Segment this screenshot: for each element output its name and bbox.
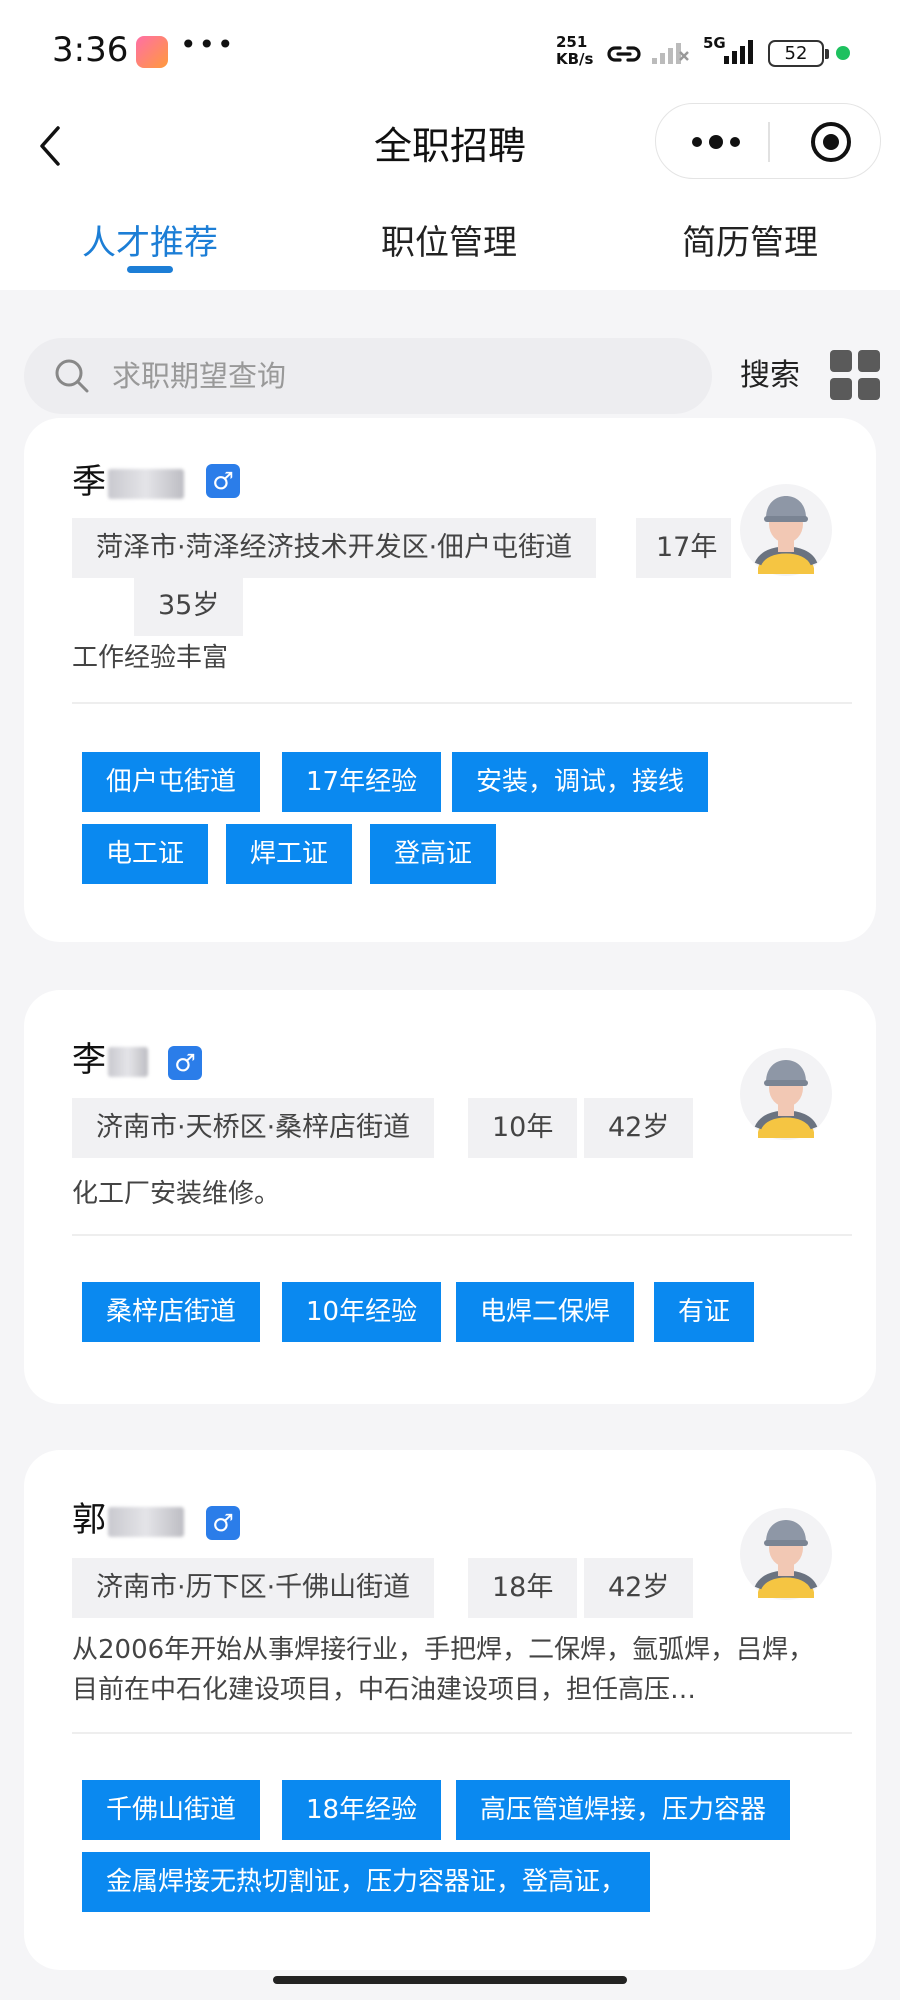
candidate-name-visible: 李	[72, 1040, 106, 1080]
wifi-signal-icon	[650, 40, 690, 70]
grid-view-button[interactable]	[830, 350, 880, 400]
age-tag: 42岁	[584, 1098, 694, 1158]
grid-icon-cell	[858, 378, 880, 400]
skill-tag: 佃户屯街道	[82, 752, 261, 812]
status-time: 3:36	[52, 30, 129, 70]
tab-talent-recommend[interactable]: 人才推荐	[82, 218, 218, 268]
name-redacted	[108, 1506, 184, 1537]
app-header: 全职招聘 人才推荐 职位管理 简历管理	[0, 100, 900, 290]
card-divider	[72, 702, 852, 704]
name-redacted	[108, 468, 184, 499]
skill-tag: 安装，调试，接线	[452, 752, 709, 812]
candidate-name-visible: 季	[72, 462, 106, 502]
skill-tag: 桑梓店街道	[82, 1282, 261, 1342]
candidate-name-visible: 郭	[72, 1500, 106, 1540]
network-speed-unit: KB/s	[556, 50, 594, 68]
experience-tag: 10年	[468, 1098, 578, 1158]
candidate-card[interactable]: 李 ♂ 济南市·天桥区·桑梓店街道 10年 42岁 化工厂安装维修。 桑梓店街道…	[24, 990, 876, 1404]
candidate-name: 季	[72, 460, 184, 504]
grid-icon-cell	[830, 378, 852, 400]
status-bar: 3:36 ••• 251 KB/s 5G 52	[0, 0, 900, 100]
skill-tag: 18年经验	[282, 1780, 442, 1840]
more-notifications-icon: •••	[180, 28, 236, 61]
male-gender-icon: ♂	[206, 464, 240, 498]
tab-resume-management[interactable]: 简历管理	[682, 218, 818, 268]
skill-tag: 高压管道焊接，压力容器	[456, 1780, 791, 1840]
candidate-card[interactable]: 季 ♂ 菏泽市·菏泽经济技术开发区·佃户屯街道 17年 35岁 工作经验丰富 佃…	[24, 418, 876, 942]
skill-tag: 电工证	[82, 824, 209, 884]
skill-tag: 17年经验	[282, 752, 442, 812]
hotspot-link-icon	[606, 40, 642, 75]
male-gender-icon: ♂	[168, 1046, 202, 1080]
candidate-name: 郭	[72, 1498, 184, 1542]
capsule-divider	[768, 122, 770, 162]
search-icon	[54, 358, 90, 398]
network-speed-value: 251	[556, 33, 588, 51]
card-divider	[72, 1234, 852, 1236]
candidate-name: 李	[72, 1038, 148, 1082]
grid-icon-cell	[858, 350, 880, 372]
candidate-description: 从2006年开始从事焊接行业，手把焊，二保焊，氩弧焊，吕焊，目前在中石化建设项目…	[72, 1635, 815, 1705]
candidate-description: 工作经验丰富	[72, 643, 229, 673]
experience-tag: 18年	[468, 1558, 578, 1618]
privacy-indicator-icon	[836, 46, 850, 60]
network-speed: 251 KB/s	[556, 34, 593, 68]
active-tab-indicator	[127, 266, 173, 273]
home-indicator[interactable]	[273, 1976, 627, 1984]
candidate-card[interactable]: 郭 ♂ 济南市·历下区·千佛山街道 18年 42岁 从2006年开始从事焊接行业…	[24, 1450, 876, 1970]
worker-avatar-icon	[740, 1508, 832, 1600]
more-dots-icon	[692, 135, 740, 149]
card-divider	[72, 1732, 852, 1734]
skill-tag: 千佛山街道	[82, 1780, 261, 1840]
close-miniprogram-button[interactable]	[796, 104, 866, 180]
search-bar	[24, 338, 712, 414]
location-tag: 济南市·天桥区·桑梓店街道	[72, 1098, 435, 1158]
target-close-icon	[811, 122, 851, 162]
cell-signal-icon	[722, 38, 758, 70]
grid-icon	[830, 350, 852, 372]
worker-avatar-icon	[740, 484, 832, 576]
candidate-description: 化工厂安装维修。	[72, 1179, 281, 1209]
worker-avatar-icon	[740, 1048, 832, 1140]
skill-tag: 电焊二保焊	[456, 1282, 635, 1342]
skill-tag: 登高证	[370, 824, 497, 884]
battery-level: 52	[768, 40, 829, 67]
search-button[interactable]: 搜索	[740, 354, 800, 398]
experience-tag: 17年	[636, 518, 732, 578]
skill-tag: 金属焊接无热切割证，压力容器证，登高证，	[82, 1852, 651, 1912]
skill-tag: 10年经验	[282, 1282, 442, 1342]
miniprogram-capsule	[655, 103, 881, 179]
age-tag: 42岁	[584, 1558, 694, 1618]
search-input[interactable]	[112, 338, 672, 414]
male-gender-icon: ♂	[206, 1506, 240, 1540]
tab-bar: 人才推荐 职位管理 简历管理	[0, 218, 900, 290]
tab-position-management[interactable]: 职位管理	[381, 218, 517, 268]
more-button[interactable]	[676, 104, 756, 180]
skill-tag: 有证	[654, 1282, 755, 1342]
location-tag: 菏泽市·菏泽经济技术开发区·佃户屯街道	[72, 518, 597, 578]
age-tag: 35岁	[134, 576, 244, 636]
app-notification-icon	[136, 36, 168, 68]
skill-tag: 焊工证	[226, 824, 353, 884]
location-tag: 济南市·历下区·千佛山街道	[72, 1558, 435, 1618]
name-redacted	[108, 1046, 148, 1077]
